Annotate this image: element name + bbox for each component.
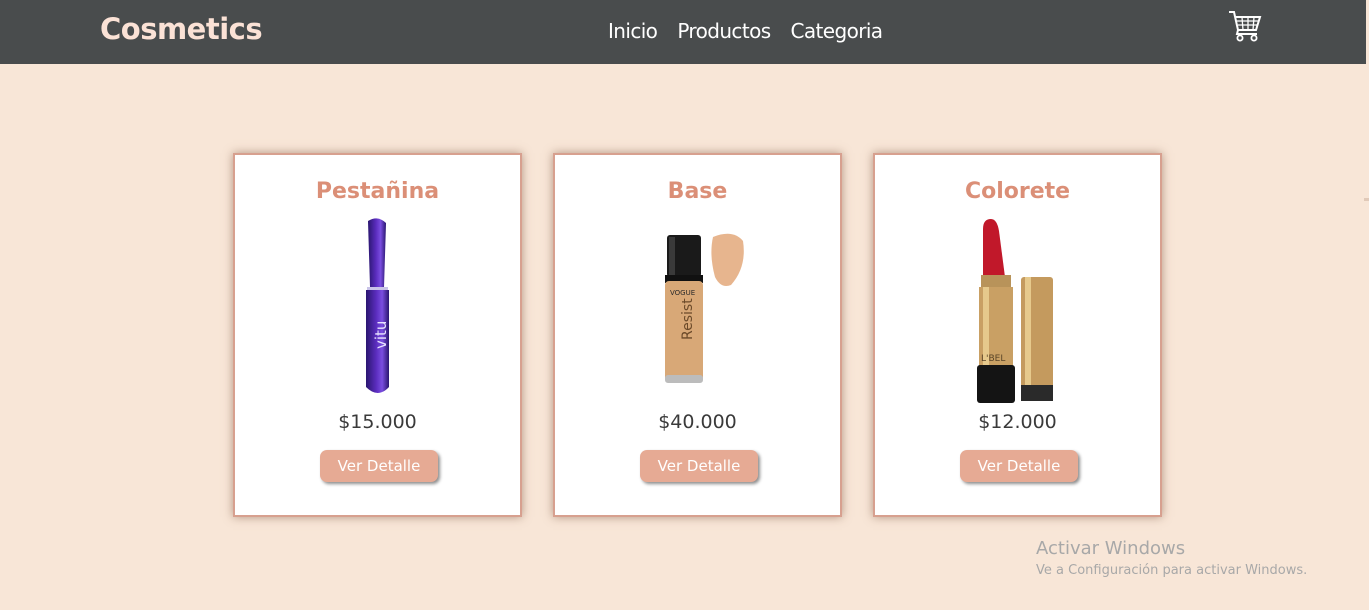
scrollbar-marker [1364,198,1369,201]
product-price: $15.000 [338,411,417,433]
foundation-brand-text: VOGUE [670,289,695,297]
shopping-cart-icon[interactable] [1227,9,1263,43]
product-title: Colorete [964,179,1071,204]
watermark-title: Activar Windows [1036,538,1186,559]
watermark-subtitle: Ve a Configuración para activar Windows. [1036,563,1308,578]
lipstick-brand-text: L'BEL [981,354,1005,364]
brand-logo[interactable]: Cosmetics [100,12,263,46]
foundation-image: VOGUE Resist [555,215,840,405]
navbar: Cosmetics Inicio Productos Categoria [0,0,1366,64]
ver-detalle-button[interactable]: Ver Detalle [960,450,1078,482]
product-card-pestanina: Pestañina vitu $15.000 Ver Detalle [233,153,522,517]
nav-productos[interactable]: Productos [677,19,771,43]
product-grid: Pestañina vitu $15.000 Ver Detalle Base … [233,153,1162,517]
product-title: Pestañina [315,179,440,204]
mascara-brand-text: vitu [372,321,390,349]
foundation-label-text: Resist [680,298,696,340]
ver-detalle-button[interactable]: Ver Detalle [320,450,438,482]
windows-activation-watermark: Activar Windows Ve a Configuración para … [1036,538,1307,578]
product-price: $12.000 [978,411,1057,433]
product-price: $40.000 [658,411,737,433]
mascara-image: vitu [235,215,520,405]
main-nav: Inicio Productos Categoria [608,19,884,43]
nav-categoria[interactable]: Categoria [791,19,884,43]
product-card-colorete: Colorete L'BEL $12.000 Ver Detalle [873,153,1162,517]
product-card-base: Base VOGUE Resist $40.000 Ver Detalle [553,153,842,517]
lipstick-image: L'BEL [875,215,1160,405]
ver-detalle-button[interactable]: Ver Detalle [640,450,758,482]
product-title: Base [667,179,728,204]
nav-inicio[interactable]: Inicio [608,19,658,43]
